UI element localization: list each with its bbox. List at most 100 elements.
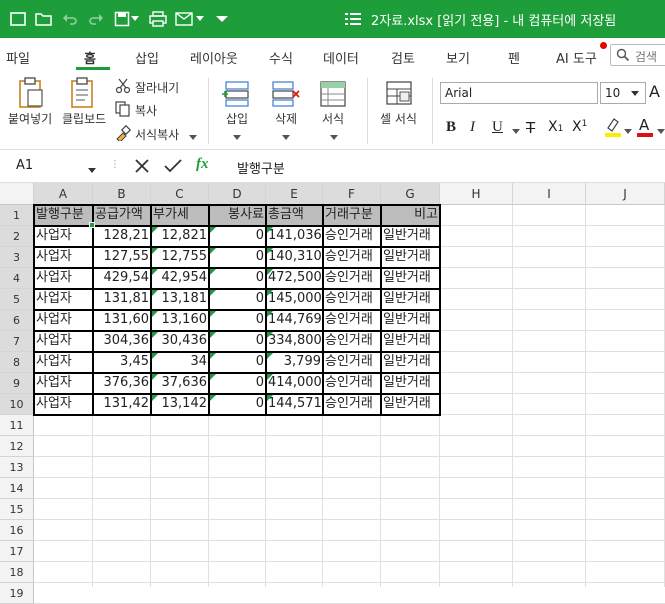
open-folder-icon[interactable] xyxy=(34,9,54,29)
data-cell[interactable]: 일반거래 xyxy=(381,373,440,394)
header-cell[interactable]: 총금액 xyxy=(266,205,323,226)
cancel-icon[interactable] xyxy=(134,158,150,177)
header-cell[interactable]: 거래구분 xyxy=(323,205,381,226)
data-cell[interactable]: 0 xyxy=(209,247,266,268)
data-cell[interactable]: 42,954 xyxy=(151,268,209,289)
data-cell[interactable]: 414,000 xyxy=(266,373,323,394)
print-icon[interactable] xyxy=(148,9,168,29)
data-cell[interactable]: 145,000 xyxy=(266,289,323,310)
tab-insert[interactable]: 삽입 xyxy=(135,48,159,67)
data-cell[interactable]: 34 xyxy=(151,352,209,373)
data-cell[interactable]: 사업자 xyxy=(34,247,93,268)
more-icon[interactable] xyxy=(212,9,232,29)
data-cell[interactable]: 304,36 xyxy=(93,331,151,352)
header-cell[interactable]: 봉사료 xyxy=(209,205,266,226)
column-header-f[interactable]: F xyxy=(323,183,381,205)
tab-ai-tools[interactable]: AI 도구 xyxy=(556,48,597,67)
data-cell[interactable]: 37,636 xyxy=(151,373,209,394)
function-icon[interactable]: fx xyxy=(196,156,209,173)
column-header-g[interactable]: G xyxy=(381,183,440,205)
clipboard-icon[interactable] xyxy=(68,76,98,110)
format-painter-dropdown-icon[interactable] xyxy=(189,130,197,144)
name-box[interactable]: A1 xyxy=(16,158,33,173)
data-cell[interactable]: 0 xyxy=(209,226,266,247)
save-dropdown-icon[interactable] xyxy=(129,9,141,29)
formula-bar-handle[interactable]: ⋮ xyxy=(110,159,120,173)
data-cell[interactable]: 3,799 xyxy=(266,352,323,373)
row-header-16[interactable]: 16 xyxy=(0,520,34,541)
data-cell[interactable]: 128,21 xyxy=(93,226,151,247)
row-header-3[interactable]: 3 xyxy=(0,247,34,268)
row-header-15[interactable]: 15 xyxy=(0,499,34,520)
font-color-icon[interactable]: A xyxy=(637,116,657,138)
data-cell[interactable]: 13,181 xyxy=(151,289,209,310)
column-header-b[interactable]: B xyxy=(93,183,151,205)
cut-button[interactable]: 잘라내기 xyxy=(135,79,179,96)
data-cell[interactable]: 승인거래 xyxy=(323,226,381,247)
data-cell[interactable]: 0 xyxy=(209,373,266,394)
row-header-17[interactable]: 17 xyxy=(0,541,34,562)
data-cell[interactable]: 승인거래 xyxy=(323,310,381,331)
row-header-10[interactable]: 10 xyxy=(0,394,34,415)
data-cell[interactable]: 사업자 xyxy=(34,331,93,352)
row-header-5[interactable]: 5 xyxy=(0,289,34,310)
tab-pen[interactable]: 펜 xyxy=(508,48,520,67)
data-cell[interactable]: 141,036 xyxy=(266,226,323,247)
data-cell[interactable]: 승인거래 xyxy=(323,394,381,415)
bold-icon[interactable]: B xyxy=(446,119,456,136)
subscript-icon[interactable]: X1 xyxy=(548,119,563,135)
italic-icon[interactable]: I xyxy=(470,119,475,136)
row-header-13[interactable]: 13 xyxy=(0,457,34,478)
row-header-7[interactable]: 7 xyxy=(0,331,34,352)
data-cell[interactable]: 사업자 xyxy=(34,289,93,310)
data-cell[interactable]: 0 xyxy=(209,289,266,310)
tab-file[interactable]: 파일 xyxy=(6,48,30,67)
format-cells-icon[interactable] xyxy=(318,80,348,108)
row-header-18[interactable]: 18 xyxy=(0,562,34,583)
format-dropdown-icon[interactable] xyxy=(330,130,338,144)
header-cell[interactable]: 부가세 xyxy=(151,205,209,226)
data-cell[interactable]: 사업자 xyxy=(34,373,93,394)
fill-handle[interactable] xyxy=(89,222,95,228)
menu-icon[interactable] xyxy=(8,9,28,29)
data-cell[interactable]: 승인거래 xyxy=(323,268,381,289)
column-header-d[interactable]: D xyxy=(209,183,266,205)
column-header-i[interactable]: I xyxy=(513,183,586,205)
redo-icon[interactable] xyxy=(86,9,106,29)
data-cell[interactable]: 일반거래 xyxy=(381,226,440,247)
header-cell[interactable]: 발행구분 xyxy=(34,205,93,226)
cell-style-icon[interactable] xyxy=(384,80,414,108)
row-header-19[interactable]: 19 xyxy=(0,583,34,604)
increase-font-icon[interactable]: A xyxy=(649,82,660,101)
data-cell[interactable]: 131,42 xyxy=(93,394,151,415)
name-box-dropdown-icon[interactable] xyxy=(88,163,96,177)
clipboard-button[interactable]: 클립보드 xyxy=(62,110,106,127)
font-name-select[interactable]: Arial xyxy=(440,82,598,104)
column-header-a[interactable]: A xyxy=(34,183,93,205)
data-cell[interactable]: 사업자 xyxy=(34,352,93,373)
data-cell[interactable]: 13,160 xyxy=(151,310,209,331)
font-size-select[interactable]: 10 xyxy=(600,82,646,104)
insert-cells-icon[interactable] xyxy=(222,80,252,108)
data-cell[interactable]: 0 xyxy=(209,394,266,415)
data-cell[interactable]: 12,755 xyxy=(151,247,209,268)
tab-review[interactable]: 검토 xyxy=(391,48,415,67)
data-cell[interactable]: 일반거래 xyxy=(381,331,440,352)
data-cell[interactable]: 131,81 xyxy=(93,289,151,310)
row-header-14[interactable]: 14 xyxy=(0,478,34,499)
format-button[interactable]: 서식 xyxy=(322,110,344,127)
tab-formulas[interactable]: 수식 xyxy=(269,48,293,67)
data-cell[interactable]: 일반거래 xyxy=(381,352,440,373)
data-cell[interactable]: 140,310 xyxy=(266,247,323,268)
data-cell[interactable]: 일반거래 xyxy=(381,247,440,268)
data-cell[interactable]: 사업자 xyxy=(34,310,93,331)
font-color-dropdown-icon[interactable] xyxy=(657,124,665,138)
insert-dropdown-icon[interactable] xyxy=(233,130,241,144)
data-cell[interactable]: 376,36 xyxy=(93,373,151,394)
delete-dropdown-icon[interactable] xyxy=(282,130,290,144)
header-cell[interactable]: 공급가액 xyxy=(93,205,151,226)
undo-icon[interactable] xyxy=(60,9,80,29)
data-cell[interactable]: 0 xyxy=(209,352,266,373)
superscript-icon[interactable]: X1 xyxy=(572,119,587,135)
confirm-icon[interactable] xyxy=(164,158,182,177)
